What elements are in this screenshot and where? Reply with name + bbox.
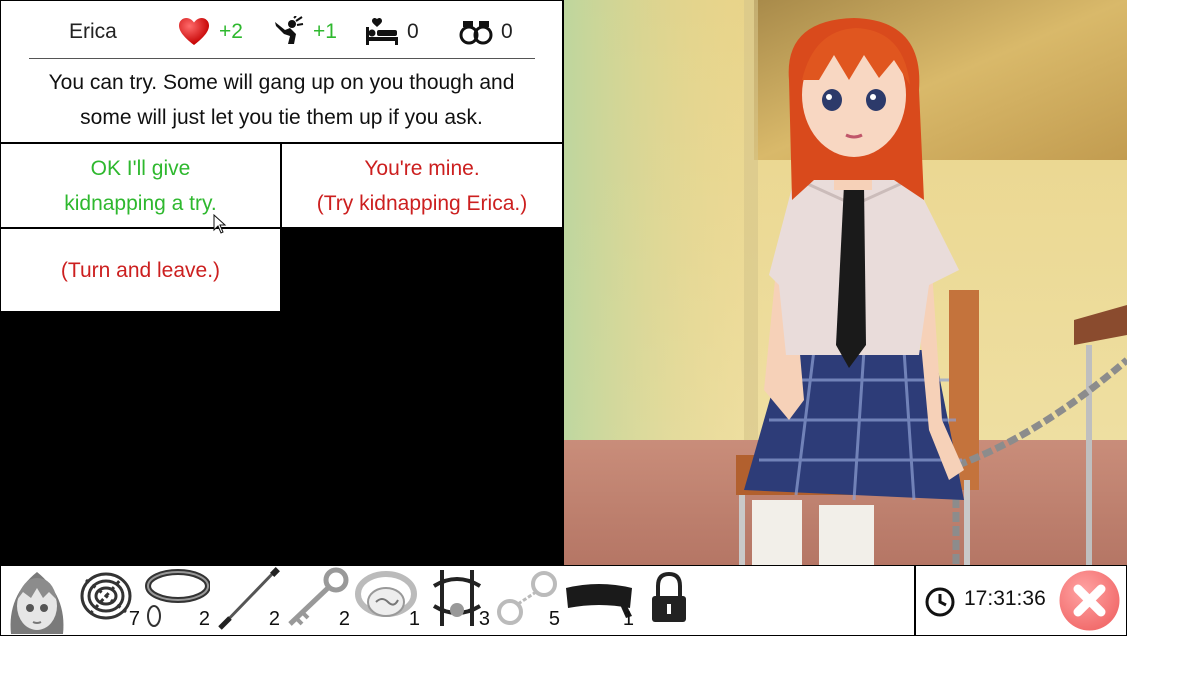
close-icon: [1059, 570, 1120, 631]
handcuffs-icon: [459, 15, 493, 49]
dialog-text: You can try. Some will gang up on you th…: [9, 65, 554, 135]
classroom-scene-image: [564, 0, 1127, 565]
blindfold-count: 1: [622, 608, 634, 630]
lock-item[interactable]: [644, 566, 694, 635]
riding-crop-count: 2: [268, 608, 280, 630]
collar-item[interactable]: 2: [144, 566, 212, 635]
mouse-cursor-icon: [213, 214, 227, 234]
dialog-line-2: some will just let you tie them up if yo…: [80, 106, 483, 129]
riding-crop-item[interactable]: 2: [214, 566, 282, 635]
stats-divider: [29, 58, 535, 59]
character-stats-row: Erica +2 +1 0 0: [1, 1, 562, 59]
affection-value: +2: [219, 20, 243, 43]
harness-gag-count: 3: [478, 608, 490, 630]
inventory-bar: 7 2 2 2 1 3 5 1: [1, 566, 914, 635]
blindfold-item[interactable]: 1: [564, 566, 636, 635]
choice-kidnap-erica[interactable]: You're mine. (Try kidnapping Erica.): [282, 144, 562, 227]
choice-turn-and-leave[interactable]: (Turn and leave.): [1, 229, 280, 311]
handcuffs-count: 5: [548, 608, 560, 630]
cloth-gag-count: 1: [408, 608, 420, 630]
submission-value: +1: [313, 20, 337, 43]
clock-panel: 17:31:36: [916, 566, 1126, 635]
choice-1-line-2: kidnapping a try.: [64, 191, 217, 215]
collar-count: 2: [198, 608, 210, 630]
close-button[interactable]: [1058, 569, 1121, 632]
character-portrait-icon: [10, 572, 64, 634]
choice-try-kidnapping[interactable]: OK I'll give kidnapping a try.: [1, 144, 280, 227]
choice-2-line-2: (Try kidnapping Erica.): [316, 191, 528, 215]
handcuffs-item[interactable]: 5: [494, 566, 562, 635]
game-window: Erica +2 +1 0 0 You can try. Some will g…: [0, 0, 1127, 636]
affection-stat: +2: [177, 15, 243, 49]
choice-3-line-1: (Turn and leave.): [60, 258, 221, 282]
rope-item[interactable]: 7: [76, 566, 142, 635]
intimacy-value: 0: [407, 20, 419, 43]
key-item[interactable]: 2: [284, 566, 352, 635]
submission-stat: +1: [271, 15, 337, 49]
character-name: Erica: [69, 20, 117, 43]
intimacy-stat: 0: [365, 15, 419, 49]
choice-1-line-1: OK I'll give: [90, 156, 191, 180]
kneeling-figure-icon: [271, 15, 305, 49]
harness-gag-item[interactable]: 3: [424, 566, 492, 635]
choice-2-line-1: You're mine.: [364, 156, 480, 180]
dialog-panel: Erica +2 +1 0 0 You can try. Some will g…: [1, 1, 562, 142]
rope-icon: [80, 572, 132, 620]
character-portrait-button[interactable]: [3, 566, 73, 635]
clock-icon: [925, 587, 955, 617]
key-count: 2: [338, 608, 350, 630]
restraint-stat: 0: [459, 15, 513, 49]
cloth-gag-item[interactable]: 1: [354, 566, 422, 635]
bed-heart-icon: [365, 15, 399, 49]
clock-time: 17:31:36: [964, 587, 1046, 610]
dialog-line-1: You can try. Some will gang up on you th…: [48, 71, 515, 94]
restraint-value: 0: [501, 20, 513, 43]
lock-icon: [652, 571, 686, 622]
heart-icon: [177, 15, 211, 49]
rope-count: 7: [128, 608, 140, 630]
scene-view: [564, 0, 1127, 565]
